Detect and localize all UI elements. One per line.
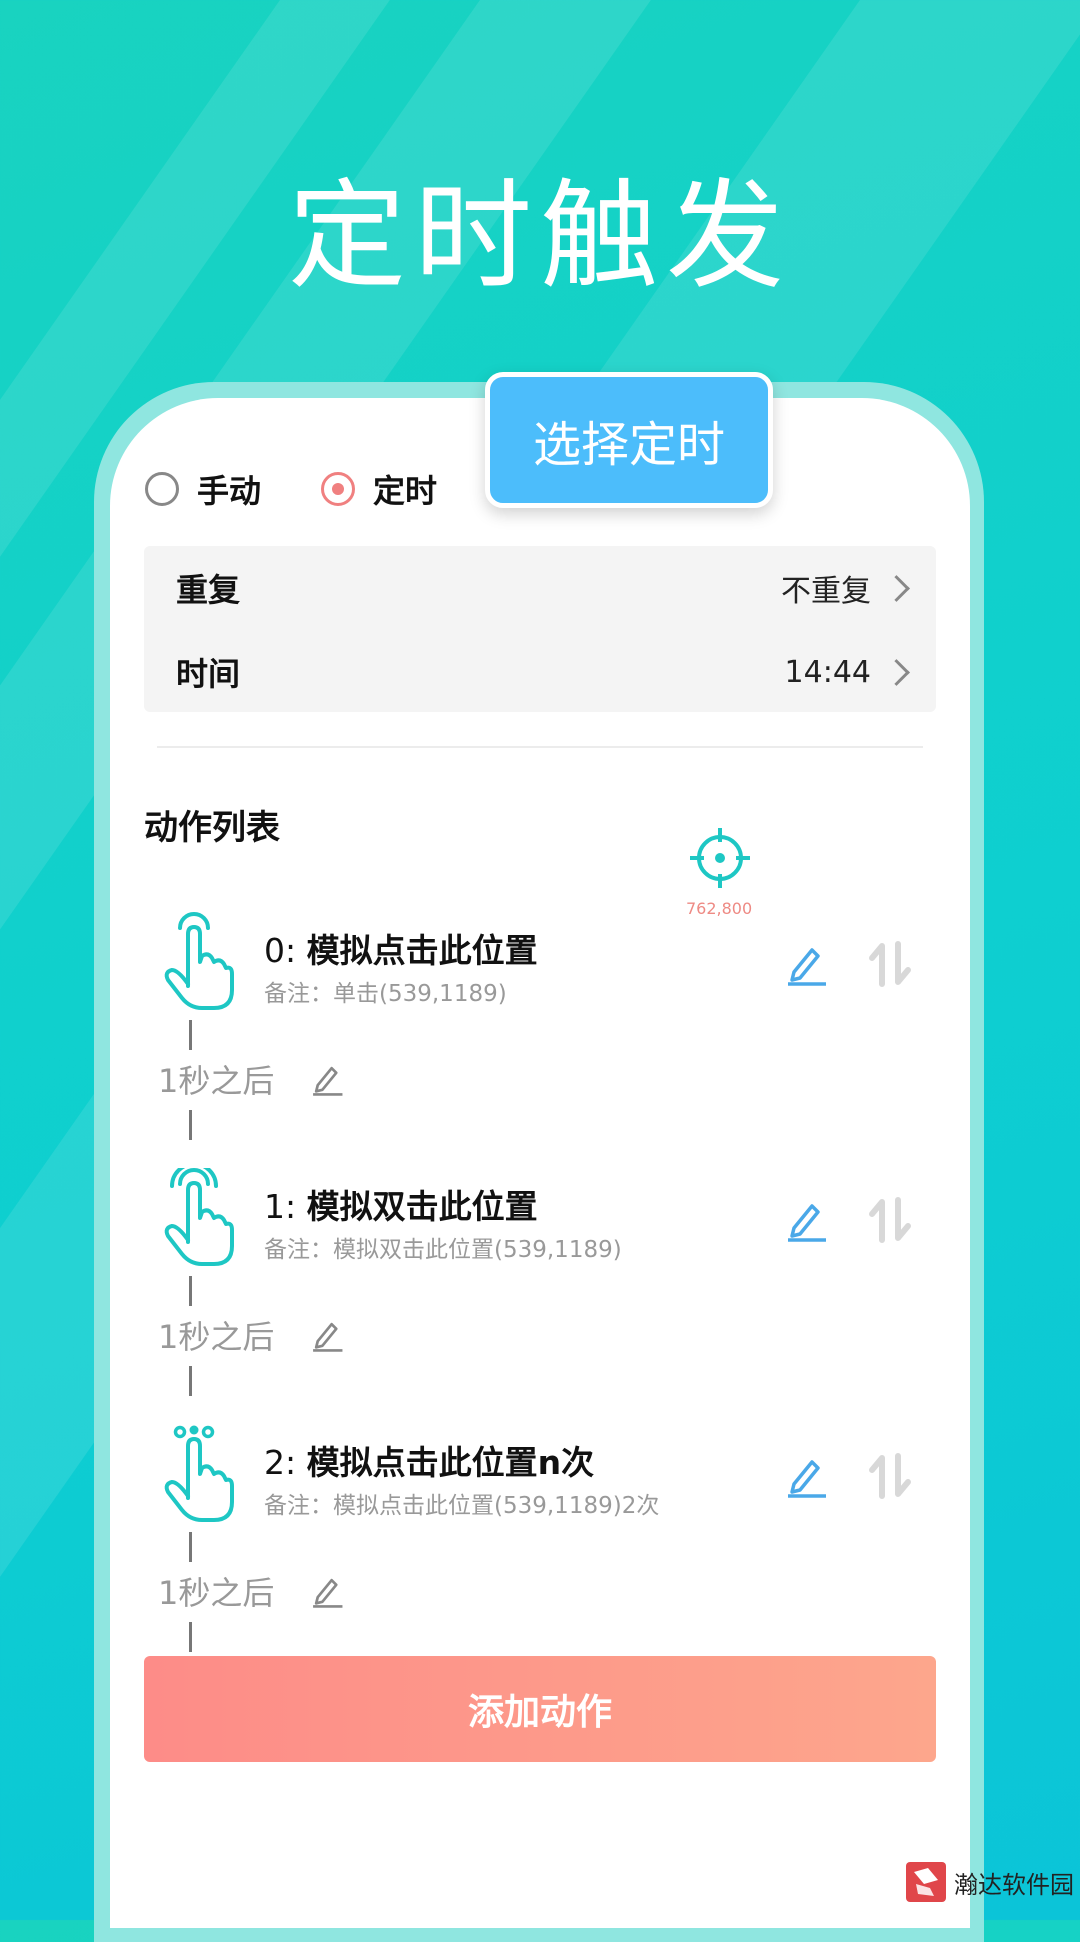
action-note: 备注：模拟点击此位置(539,1189)2次 <box>264 1493 660 1519</box>
edit-pencil-icon[interactable] <box>310 1062 344 1096</box>
edit-pencil-icon[interactable] <box>310 1574 344 1608</box>
reorder-arrows-icon[interactable] <box>866 1196 914 1244</box>
delay-row: 1秒之后 <box>158 1568 344 1614</box>
hero-title: 定时触发 <box>287 167 792 305</box>
action-title: 0: 模拟点击此位置 <box>264 931 538 970</box>
double-tap-hand-icon <box>164 1168 234 1266</box>
delay-text: 1秒之后 <box>158 1062 275 1100</box>
repeat-label: 重复 <box>176 571 241 609</box>
time-value: 14:44 <box>784 654 871 690</box>
edit-pencil-icon[interactable] <box>310 1318 344 1352</box>
action-title: 2: 模拟点击此位置n次 <box>264 1443 595 1482</box>
delay-text: 1秒之后 <box>158 1318 275 1356</box>
watermark: 瀚达软件园 <box>904 1860 1074 1904</box>
delay-text: 1秒之后 <box>158 1574 275 1612</box>
radio-selected-icon <box>321 472 356 506</box>
watermark-logo-icon <box>906 1862 946 1902</box>
repeat-setting-row[interactable]: 重复 不重复 <box>176 548 910 628</box>
radio-timer[interactable]: 定时 <box>321 466 437 512</box>
timer-settings-card: 重复 不重复 时间 14:44 <box>144 546 936 712</box>
action-note: 备注：单击(539,1189) <box>264 981 507 1007</box>
reorder-arrows-icon[interactable] <box>866 940 914 988</box>
action-note: 备注：模拟双击此位置(539,1189) <box>264 1237 622 1263</box>
timeline-connector <box>189 1622 192 1652</box>
crosshair-target-icon[interactable] <box>688 826 752 890</box>
radio-unselected-icon <box>145 472 179 506</box>
chevron-right-icon <box>883 658 910 686</box>
time-label: 时间 <box>176 655 241 693</box>
reorder-arrows-icon[interactable] <box>866 1452 914 1500</box>
repeat-value: 不重复 <box>781 574 871 609</box>
radio-label: 定时 <box>373 472 438 510</box>
radio-manual[interactable]: 手动 <box>145 466 261 512</box>
action-list-title: 动作列表 <box>144 808 280 848</box>
radio-label: 手动 <box>197 472 262 510</box>
time-setting-row[interactable]: 时间 14:44 <box>176 632 910 712</box>
select-timer-button[interactable]: 选择定时 <box>485 372 773 508</box>
action-item[interactable]: 2: 模拟点击此位置n次 备注：模拟点击此位置(539,1189)2次 <box>144 1424 944 1534</box>
timeline-connector <box>189 1110 192 1140</box>
action-item[interactable]: 0: 模拟点击此位置 备注：单击(539,1189) <box>144 912 944 1022</box>
edit-pencil-icon[interactable] <box>784 1454 828 1498</box>
trigger-mode-radio-group: 手动 定时 <box>145 466 497 512</box>
timeline-connector <box>189 1532 192 1562</box>
action-title: 1: 模拟双击此位置 <box>264 1187 538 1226</box>
timeline-connector <box>189 1276 192 1306</box>
multi-tap-hand-icon <box>164 1425 234 1522</box>
action-item[interactable]: 1: 模拟双击此位置 备注：模拟双击此位置(539,1189) <box>144 1168 944 1278</box>
tap-hand-icon <box>164 912 234 1010</box>
edit-pencil-icon[interactable] <box>784 942 828 986</box>
timeline-connector <box>189 1366 192 1396</box>
add-action-button[interactable]: 添加动作 <box>144 1656 936 1762</box>
delay-row: 1秒之后 <box>158 1312 344 1358</box>
watermark-text: 瀚达软件园 <box>954 1870 1074 1899</box>
chevron-right-icon <box>883 574 910 602</box>
delay-row: 1秒之后 <box>158 1056 344 1102</box>
edit-pencil-icon[interactable] <box>784 1198 828 1242</box>
divider <box>157 746 923 748</box>
timeline-connector <box>189 1020 192 1050</box>
